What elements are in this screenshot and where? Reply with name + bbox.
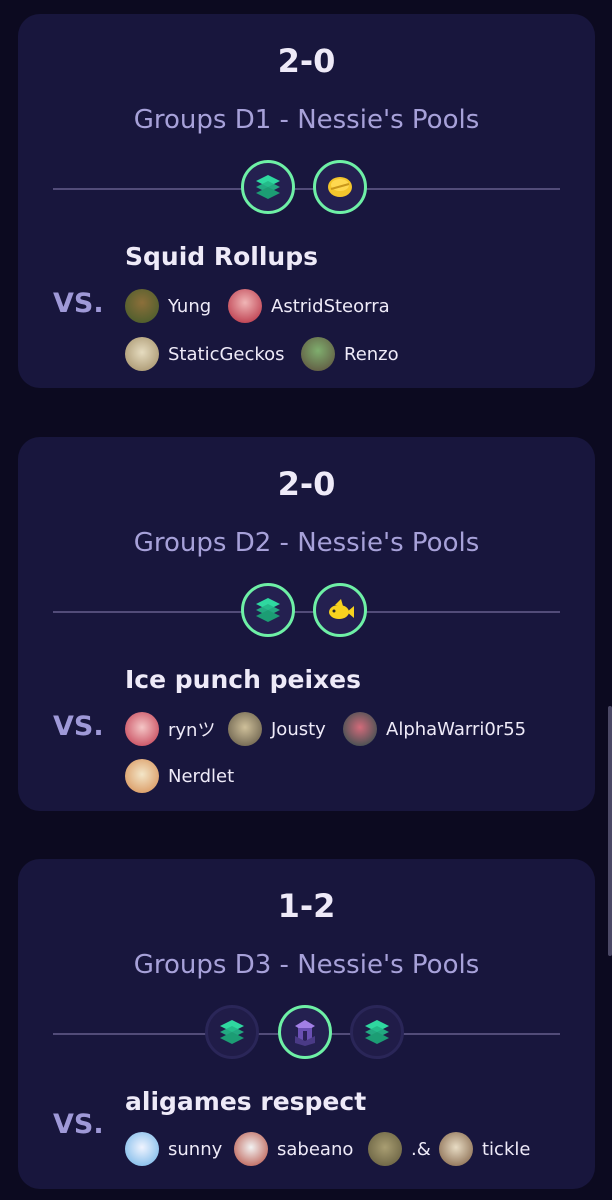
- avatar: [125, 712, 159, 746]
- avatar: [439, 1132, 473, 1166]
- yellow-fish-emblem-icon[interactable]: [313, 583, 367, 637]
- player-name: Yung: [168, 295, 212, 317]
- opponent-team-name[interactable]: Ice punch peixes: [125, 665, 361, 694]
- player[interactable]: rynツ: [125, 712, 215, 746]
- avatar: [301, 337, 335, 371]
- player[interactable]: Yung: [125, 289, 211, 323]
- player-name: sunny: [168, 1138, 223, 1160]
- player[interactable]: Renzo: [301, 337, 399, 371]
- stack-emblem-icon[interactable]: [205, 1005, 259, 1059]
- avatar: [368, 1132, 402, 1166]
- match-score: 2-0: [277, 42, 336, 80]
- avatar: [125, 289, 159, 323]
- avatar: [343, 712, 377, 746]
- player-name: sabeano: [277, 1138, 354, 1160]
- player[interactable]: sabeano: [234, 1132, 353, 1166]
- player[interactable]: AstridSteorra: [228, 289, 390, 323]
- match-group-label: Groups D3 - Nessie's Pools: [133, 950, 480, 980]
- player-name: AlphaWarri0r55: [386, 718, 527, 740]
- player[interactable]: Nerdlet: [125, 759, 234, 793]
- player-name: tickle: [482, 1138, 531, 1160]
- match-group-label: Groups D2 - Nessie's Pools: [133, 528, 480, 558]
- avatar: [125, 337, 159, 371]
- match-group-label: Groups D1 - Nessie's Pools: [133, 105, 480, 135]
- avatar: [125, 759, 159, 793]
- match-card[interactable]: 1-2 Groups D3 - Nessie's Pools aligames …: [18, 859, 595, 1189]
- player-name: .&: [411, 1138, 431, 1160]
- match-score: 1-2: [277, 887, 336, 925]
- player[interactable]: sunny: [125, 1132, 222, 1166]
- purple-tower-emblem-icon[interactable]: [278, 1005, 332, 1059]
- player[interactable]: Jousty: [228, 712, 326, 746]
- avatar: [234, 1132, 268, 1166]
- player-name: AstridSteorra: [271, 295, 390, 317]
- opponent-team-name[interactable]: aligames respect: [125, 1087, 366, 1116]
- gold-coin-emblem-icon[interactable]: [313, 160, 367, 214]
- stack-emblem-icon[interactable]: [241, 160, 295, 214]
- avatar: [125, 1132, 159, 1166]
- scrollbar[interactable]: [608, 706, 612, 956]
- player[interactable]: tickle: [439, 1132, 530, 1166]
- match-card[interactable]: 2-0 Groups D2 - Nessie's Pools Ice punch…: [18, 437, 595, 811]
- avatar: [228, 289, 262, 323]
- vs-label: VS.: [53, 711, 104, 742]
- match-card[interactable]: 2-0 Groups D1 - Nessie's Pools Squid Rol…: [18, 14, 595, 388]
- player-name: Nerdlet: [168, 765, 235, 787]
- game-timeline-line: [53, 188, 560, 190]
- player-name: rynツ: [168, 720, 216, 741]
- opponent-team-name[interactable]: Squid Rollups: [125, 242, 318, 271]
- player-name: Jousty: [271, 718, 326, 740]
- stack-emblem-icon[interactable]: [241, 583, 295, 637]
- player-name: Renzo: [344, 343, 399, 365]
- player[interactable]: StaticGeckos: [125, 337, 285, 371]
- player[interactable]: .&: [368, 1132, 431, 1166]
- game-timeline-line: [53, 611, 560, 613]
- match-score: 2-0: [277, 465, 336, 503]
- vs-label: VS.: [53, 288, 104, 319]
- player-name: StaticGeckos: [168, 343, 285, 365]
- stack-emblem-icon[interactable]: [350, 1005, 404, 1059]
- vs-label: VS.: [53, 1109, 104, 1140]
- player[interactable]: AlphaWarri0r55: [343, 712, 526, 746]
- avatar: [228, 712, 262, 746]
